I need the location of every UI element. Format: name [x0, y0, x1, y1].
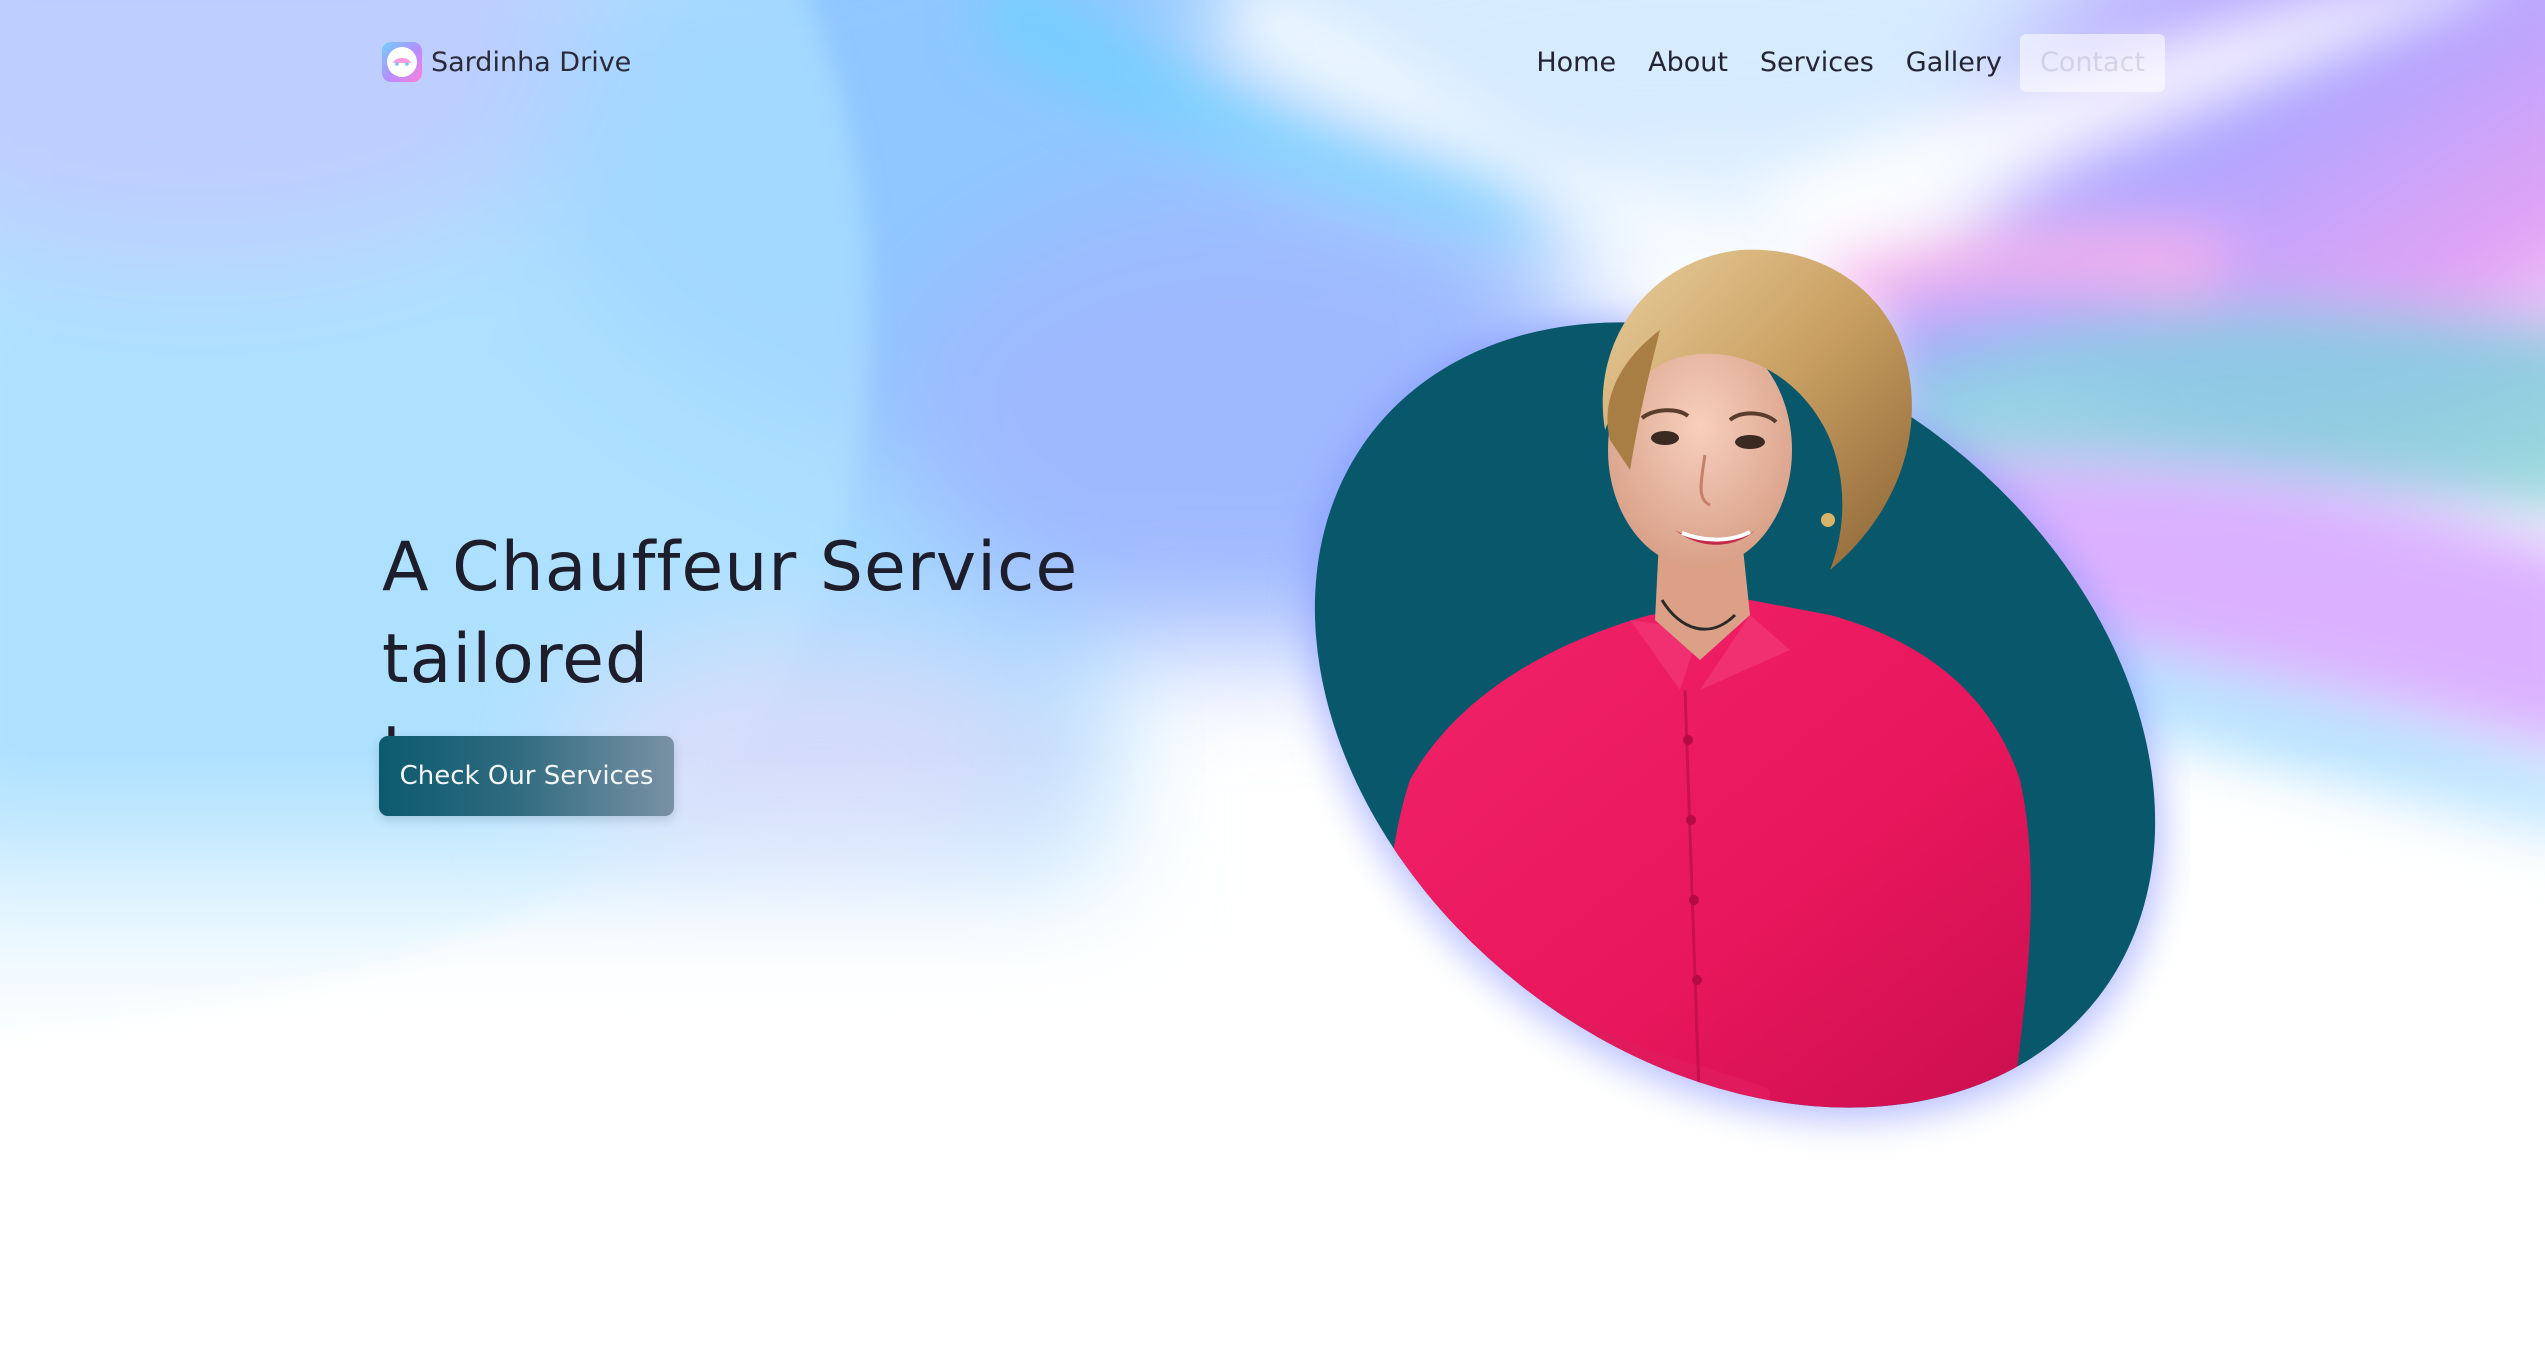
nav-about-link[interactable]: About [1632, 34, 1744, 92]
nav-home-link[interactable]: Home [1520, 34, 1632, 92]
car-badge-icon [382, 42, 422, 82]
nav-services-link[interactable]: Services [1744, 34, 1890, 92]
brand-home-link[interactable]: Sardinha Drive [381, 40, 631, 84]
chauffeur-portrait-image [1307, 249, 2163, 1150]
page: Sardinha Drive Home About Services Galle… [0, 0, 2545, 1367]
brand-name: Sardinha Drive [431, 46, 632, 78]
check-services-button[interactable]: Check Our Services [379, 736, 674, 816]
hero-title-line-1: A Chauffeur Service tailored [382, 528, 1079, 699]
top-navbar: Sardinha Drive Home About Services Galle… [0, 0, 2545, 130]
nav-menu: Home About Services Gallery Contact [1520, 34, 2165, 92]
nav-gallery-link[interactable]: Gallery [1890, 34, 2018, 92]
nav-contact-button[interactable]: Contact [2019, 34, 2165, 92]
